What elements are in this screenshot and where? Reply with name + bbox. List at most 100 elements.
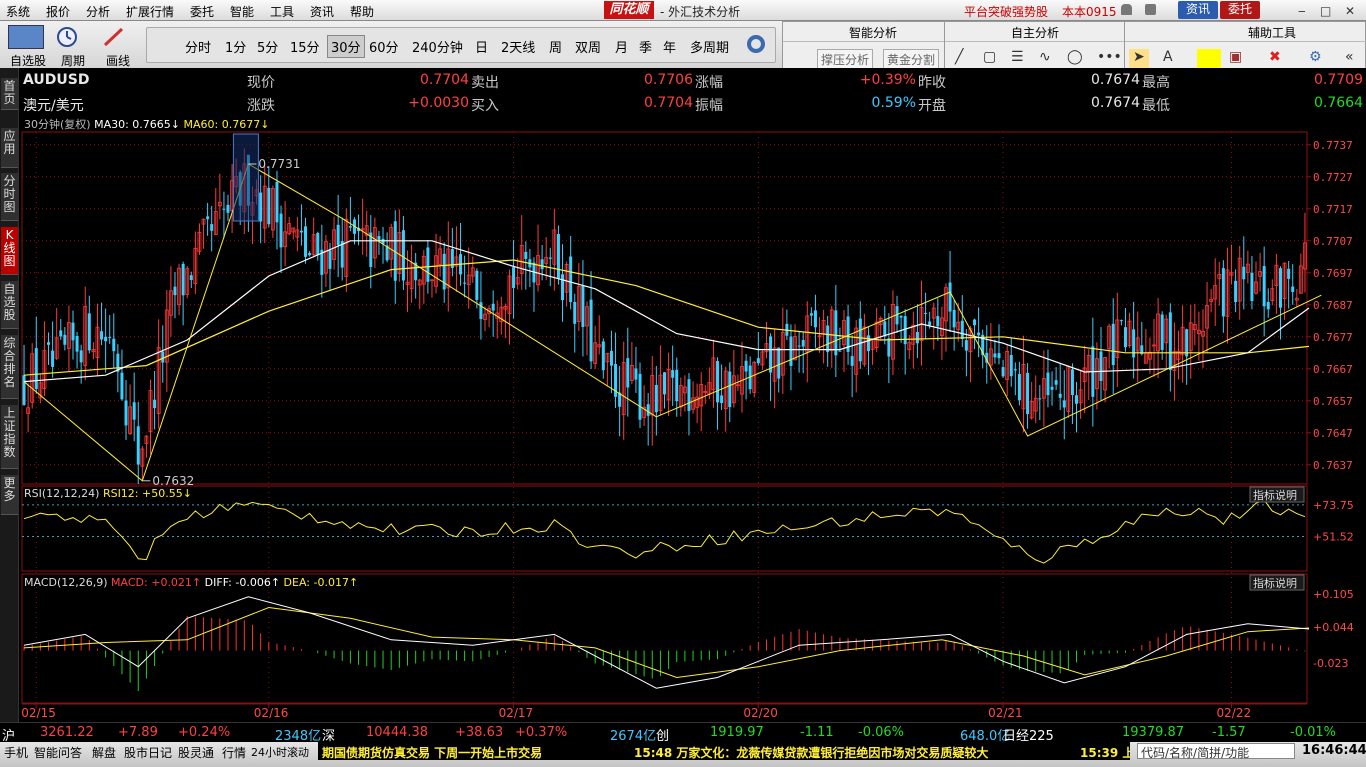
rsi-tick-label: +73.75 <box>1313 499 1354 512</box>
code-search-input[interactable]: 代码/名称/简拼/功能 <box>1137 743 1295 760</box>
status-item: +7.89 <box>118 725 158 740</box>
candle-body <box>1050 386 1054 390</box>
dea-line <box>23 606 1310 679</box>
candle-body <box>475 270 479 300</box>
candle-body <box>887 338 891 357</box>
candle-body <box>59 330 63 337</box>
candle-body <box>1070 369 1074 396</box>
diff-line <box>23 596 1310 689</box>
candle-body <box>540 259 544 270</box>
macd-tick-label: +0.044 <box>1313 621 1354 634</box>
candle-body <box>304 226 308 257</box>
x-tick-label: 02/21 <box>988 706 1023 720</box>
status-item: 19379.87 <box>1122 725 1185 740</box>
ticker-item[interactable]: 15:48 万家文化：龙薇传媒贷款遭银行拒绝因市场对交易质疑较大 <box>634 744 988 760</box>
candle-body <box>108 337 112 339</box>
candle-body <box>838 350 842 352</box>
status-item: -1.57 <box>1212 725 1246 740</box>
candle-body <box>426 247 430 282</box>
macd-panel-frame <box>21 573 1308 704</box>
candle-body <box>47 342 51 345</box>
x-tick-label: 02/15 <box>21 706 56 720</box>
y-tick-label: 0.7737 <box>1313 139 1353 152</box>
status-item: 1919.97 <box>710 725 764 740</box>
candle-body <box>210 224 214 231</box>
bottom-tab[interactable]: 24小时滚动 <box>251 744 309 760</box>
x-tick-label: 02/20 <box>743 706 778 720</box>
candle-body <box>71 322 75 341</box>
status-item: -1.11 <box>800 725 834 740</box>
candle-body <box>491 303 495 311</box>
bottom-tab[interactable]: 股市日记 <box>124 744 172 761</box>
candle-body <box>1017 374 1021 401</box>
kline-chart[interactable]: 0.7737 0.7727 0.7717 0.7707 0.7697 0.7687 0.76… <box>0 0 1366 767</box>
candle-body <box>112 338 116 352</box>
candle-body <box>173 286 177 296</box>
news-ticker[interactable]: 期国债期货仿真交易 下周一开始上市交易 15:48 万家文化：龙薇传媒贷款遭银行… <box>318 742 1130 760</box>
bottom-tab[interactable]: 手机 <box>4 744 28 761</box>
y-tick-label: 0.7687 <box>1313 299 1353 312</box>
candle-body <box>556 234 560 279</box>
candle-body <box>1291 286 1295 292</box>
candle-body <box>1221 268 1225 317</box>
y-tick-label: 0.7697 <box>1313 267 1353 280</box>
candle-body <box>561 274 565 301</box>
candle-body <box>524 251 528 259</box>
candle-body <box>1242 266 1246 280</box>
rsi-line <box>23 499 1306 564</box>
bottom-tab[interactable]: 智能问答 <box>34 744 82 761</box>
candle-body <box>1026 372 1030 415</box>
ticker-item[interactable]: 期国债期货仿真交易 下周一开始上市交易 <box>322 744 542 760</box>
candle-body <box>834 310 838 356</box>
ma-legend-item: MA30: 0.7665↓ <box>94 118 183 131</box>
candle-body <box>601 341 605 371</box>
macd-help-label: 指标说明 <box>1253 576 1297 590</box>
candle-body <box>797 345 801 347</box>
x-tick-label: 02/16 <box>254 706 289 720</box>
candles <box>22 148 1307 484</box>
candle-body <box>479 302 483 320</box>
macd-legend: MACD(12,26,9) MACD: +0.021↑ DIFF: -0.006… <box>24 576 358 589</box>
clock: 16:46:44 <box>1302 743 1366 758</box>
candle-body <box>153 399 157 409</box>
bottom-tab[interactable]: 行情 <box>222 744 246 761</box>
candle-body <box>275 181 279 223</box>
candle-body <box>308 253 312 256</box>
candle-body <box>687 379 691 411</box>
chart-labels: 0.7737 0.7727 0.7717 0.7707 0.7697 0.7687 0.76… <box>21 117 1353 720</box>
status-item: +0.37% <box>515 725 568 740</box>
candle-body <box>1013 369 1017 371</box>
candle-body <box>1111 323 1115 366</box>
candle-body <box>463 282 467 284</box>
candle-body <box>548 257 552 259</box>
candle-body <box>1234 280 1238 303</box>
candle-body <box>1123 327 1127 348</box>
candle-body <box>279 213 283 248</box>
status-item: 10444.38 <box>366 725 429 740</box>
candle-body <box>512 267 516 288</box>
candle-body <box>1075 395 1079 404</box>
candle-body <box>626 358 630 388</box>
bottom-tab[interactable]: 解盘 <box>92 744 116 761</box>
rsi-legend: RSI(12,12,24) RSI12: +50.55↓ <box>24 487 192 500</box>
candle-body <box>883 321 887 337</box>
macd-tick-label: -0.023 <box>1313 657 1348 670</box>
candle-body <box>1054 380 1058 385</box>
candle-body <box>671 370 675 378</box>
macd-legend-item: DIFF: -0.006↑ <box>205 576 284 589</box>
candle-body <box>581 285 585 328</box>
candle-body <box>809 313 813 316</box>
candle-body <box>1099 351 1103 382</box>
candle-body <box>977 332 981 336</box>
candle-body <box>589 299 593 362</box>
candle-body <box>769 336 773 373</box>
ma-legend-item: MA60: 0.7677↓ <box>184 118 270 131</box>
candle-body <box>136 426 140 465</box>
candle-body <box>1262 266 1266 307</box>
candle-body <box>813 310 817 328</box>
bottom-tab[interactable]: 股灵通 <box>178 744 214 761</box>
candle-body <box>675 369 679 402</box>
ticker-item[interactable]: 15:39 上 <box>1080 744 1130 760</box>
candle-body <box>299 230 303 233</box>
candle-body <box>51 350 55 367</box>
